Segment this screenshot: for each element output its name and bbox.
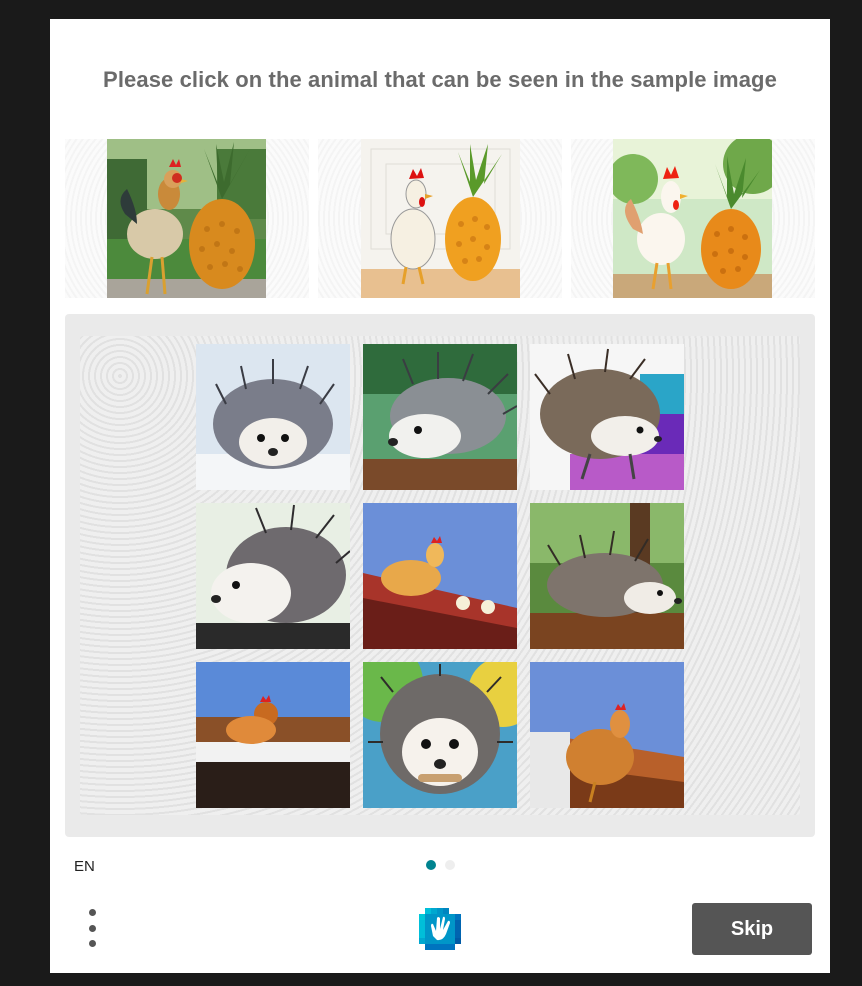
task-tile-6[interactable]: [530, 503, 684, 649]
captcha-modal: Please click on the animal that can be s…: [50, 19, 830, 973]
task-tile-5[interactable]: [363, 503, 517, 649]
task-panel: [65, 314, 815, 837]
challenge-prompt: Please click on the animal that can be s…: [103, 67, 777, 92]
task-tile-1[interactable]: [196, 344, 350, 490]
sample-image-3: [571, 139, 815, 298]
language-selector[interactable]: EN: [74, 858, 95, 875]
task-grid: [80, 336, 800, 815]
task-tile-8[interactable]: [363, 662, 517, 808]
sample-image-2: [318, 139, 562, 298]
task-tile-4[interactable]: [196, 503, 350, 649]
pagination-dot-active: [426, 860, 436, 870]
pagination-dots: [426, 860, 455, 870]
task-tile-3[interactable]: [530, 344, 684, 490]
task-tile-7[interactable]: [196, 662, 350, 808]
hcaptcha-hand-icon[interactable]: [415, 904, 465, 954]
more-vertical-icon[interactable]: [84, 909, 100, 947]
sample-images: [65, 139, 815, 298]
task-tile-9[interactable]: [530, 662, 684, 808]
task-tile-2[interactable]: [363, 344, 517, 490]
sample-image-1: [65, 139, 309, 298]
pagination-dot: [445, 860, 455, 870]
skip-button[interactable]: Skip: [692, 903, 812, 955]
